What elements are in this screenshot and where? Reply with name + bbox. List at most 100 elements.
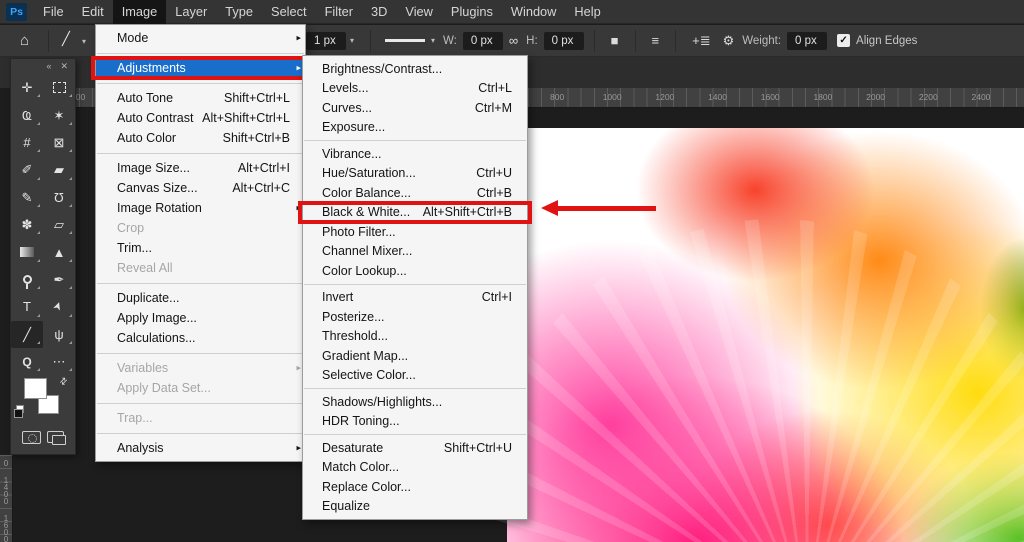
home-icon[interactable]: ⌂ bbox=[20, 32, 29, 49]
menu-item[interactable]: Curves... Ctrl+M bbox=[303, 98, 527, 118]
default-colors-icon[interactable] bbox=[16, 405, 24, 413]
menu-item[interactable]: Invert Ctrl+I bbox=[303, 288, 527, 308]
menu-item[interactable]: Apply Image... bbox=[96, 308, 305, 328]
link-dimensions-icon[interactable]: ∞ bbox=[509, 33, 518, 48]
zoom-tool[interactable]: Q bbox=[11, 348, 43, 375]
healing-brush-tool[interactable]: ▰ bbox=[43, 156, 75, 183]
pen-tool[interactable]: ✒ bbox=[43, 266, 75, 293]
layer-stack-icon[interactable]: +≣ bbox=[692, 33, 710, 49]
menubar-item[interactable]: 3D bbox=[362, 0, 396, 24]
menu-item[interactable]: Mode ▸ bbox=[96, 28, 305, 48]
gear-icon[interactable]: ⚙ bbox=[723, 33, 735, 49]
menubar-item[interactable]: Plugins bbox=[442, 0, 502, 24]
menu-item-adjustments[interactable]: Adjustments ▸ bbox=[96, 58, 305, 78]
stroke-style-select[interactable] bbox=[385, 39, 425, 42]
menu-item[interactable]: Color Lookup... bbox=[303, 261, 527, 281]
menu-item[interactable]: Photo Filter... bbox=[303, 222, 527, 242]
fill-icon[interactable]: ■ bbox=[611, 33, 619, 48]
menu-item[interactable]: Selective Color... bbox=[303, 366, 527, 386]
path-selection-tool[interactable]: ➤ bbox=[43, 293, 75, 320]
swap-colors-icon[interactable]: ⇄ bbox=[58, 375, 71, 388]
menu-item[interactable]: Threshold... bbox=[303, 327, 527, 347]
dodge-tool[interactable] bbox=[11, 266, 43, 293]
screen-mode-button[interactable] bbox=[47, 431, 64, 443]
menu-item[interactable]: Desaturate Shift+Ctrl+U bbox=[303, 438, 527, 458]
chevron-down-icon[interactable]: ▾ bbox=[82, 37, 86, 46]
menubar-item[interactable]: Select bbox=[262, 0, 316, 24]
menu-item[interactable]: Canvas Size... Alt+Ctrl+C bbox=[96, 178, 305, 198]
clone-stamp-tool[interactable]: Ω bbox=[43, 184, 75, 211]
menubar-item[interactable]: Layer bbox=[166, 0, 216, 24]
menu-item[interactable]: Apply Data Set... bbox=[96, 378, 305, 398]
slice-tool[interactable]: ⊠ bbox=[43, 129, 75, 156]
foreground-color-swatch[interactable] bbox=[24, 378, 47, 399]
menu-item[interactable]: Posterize... bbox=[303, 307, 527, 327]
menubar-item[interactable]: Filter bbox=[316, 0, 362, 24]
menu-item[interactable]: Replace Color... bbox=[303, 477, 527, 497]
menu-item[interactable]: Gradient Map... bbox=[303, 346, 527, 366]
menu-item[interactable]: Image Rotation ▸ bbox=[96, 198, 305, 218]
menubar-item[interactable]: Edit bbox=[73, 0, 113, 24]
menu-item[interactable]: Image Size... Alt+Ctrl+I bbox=[96, 158, 305, 178]
menu-item-black-and-white[interactable]: Black & White... Alt+Shift+Ctrl+B bbox=[303, 203, 527, 223]
menu-item[interactable]: Variables ▸ bbox=[96, 358, 305, 378]
chevron-down-icon[interactable]: ▾ bbox=[431, 36, 435, 45]
menubar-item[interactable]: Help bbox=[565, 0, 609, 24]
menu-item[interactable]: Levels... Ctrl+L bbox=[303, 79, 527, 99]
menu-item[interactable]: Crop bbox=[96, 218, 305, 238]
menu-item[interactable]: Auto Contrast Alt+Shift+Ctrl+L bbox=[96, 108, 305, 128]
menu-item[interactable]: Analysis ▸ bbox=[96, 438, 305, 458]
menu-item[interactable]: Hue/Saturation... Ctrl+U bbox=[303, 164, 527, 184]
menu-item[interactable]: Trim... bbox=[96, 238, 305, 258]
menubar-item[interactable]: File bbox=[34, 0, 73, 24]
menu-separator bbox=[96, 48, 305, 58]
align-edges-checkbox[interactable]: ✓ bbox=[837, 34, 850, 47]
menu-item[interactable]: Duplicate... bbox=[96, 288, 305, 308]
lasso-tool[interactable]: Ҩ bbox=[11, 101, 43, 128]
line-tool[interactable]: ╱ bbox=[11, 321, 43, 348]
menu-item[interactable]: Auto Color Shift+Ctrl+B bbox=[96, 128, 305, 148]
menu-item[interactable]: Exposure... bbox=[303, 118, 527, 138]
width-input[interactable]: 0 px bbox=[463, 32, 503, 50]
more-tools-button[interactable]: ⋯ bbox=[43, 348, 75, 375]
eraser-tool[interactable]: ▱ bbox=[43, 211, 75, 238]
menu-item[interactable]: Trap... bbox=[96, 408, 305, 428]
magic-wand-tool[interactable]: ✶ bbox=[43, 101, 75, 128]
photoshop-logo[interactable]: Ps bbox=[6, 3, 27, 21]
stroke-width-select[interactable]: 1 px bbox=[306, 32, 346, 50]
brush-tool[interactable]: ✎ bbox=[11, 184, 43, 211]
sharpen-tool[interactable]: ▲ bbox=[43, 238, 75, 265]
menu-item[interactable]: Match Color... bbox=[303, 458, 527, 478]
menu-item[interactable]: Channel Mixer... bbox=[303, 242, 527, 262]
menu-item[interactable]: Reveal All bbox=[96, 258, 305, 278]
move-tool[interactable]: ✛ bbox=[11, 74, 43, 101]
menu-item[interactable]: HDR Toning... bbox=[303, 412, 527, 432]
hand-tool[interactable]: ψ bbox=[43, 321, 75, 348]
gradient-tool[interactable] bbox=[11, 238, 43, 265]
canvas-image-flower[interactable] bbox=[507, 128, 1024, 542]
menu-item[interactable]: Shadows/Highlights... bbox=[303, 392, 527, 412]
rectangular-marquee-tool[interactable] bbox=[43, 74, 75, 101]
menu-item[interactable]: Color Balance... Ctrl+B bbox=[303, 183, 527, 203]
menu-item[interactable]: Calculations... bbox=[96, 328, 305, 348]
menubar-item-image[interactable]: Image bbox=[113, 0, 167, 24]
eyedropper-tool[interactable]: ✐ bbox=[11, 156, 43, 183]
menu-item[interactable]: Vibrance... bbox=[303, 144, 527, 164]
weight-input[interactable]: 0 px bbox=[787, 32, 827, 50]
menu-item[interactable]: Brightness/Contrast... bbox=[303, 59, 527, 79]
height-input[interactable]: 0 px bbox=[544, 32, 584, 50]
history-brush-tool[interactable]: ✽ bbox=[11, 211, 43, 238]
menubar-item[interactable]: View bbox=[396, 0, 442, 24]
line-tool-preset-icon[interactable]: ╱ bbox=[62, 31, 70, 47]
menu-item[interactable]: Equalize bbox=[303, 497, 527, 517]
align-icon[interactable]: ≡ bbox=[652, 33, 660, 48]
menubar-item[interactable]: Type bbox=[216, 0, 262, 24]
menubar-item[interactable]: Window bbox=[502, 0, 566, 24]
close-panel-icon[interactable]: ✕ bbox=[60, 61, 68, 74]
type-tool[interactable]: T bbox=[11, 293, 43, 320]
collapse-panel-icon[interactable]: « bbox=[46, 61, 51, 74]
chevron-down-icon[interactable]: ▾ bbox=[350, 36, 354, 45]
quick-mask-button[interactable] bbox=[22, 431, 41, 444]
menu-item[interactable]: Auto Tone Shift+Ctrl+L bbox=[96, 88, 305, 108]
crop-tool[interactable]: # bbox=[11, 129, 43, 156]
